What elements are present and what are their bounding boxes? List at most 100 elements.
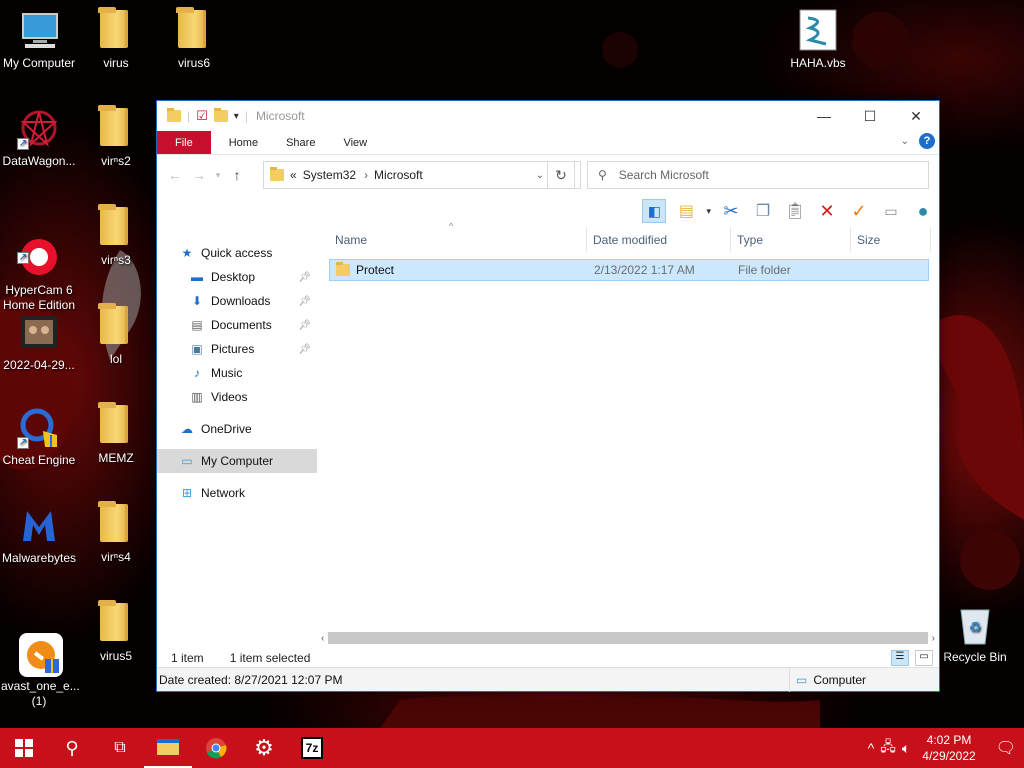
desktop-folder-virus[interactable]: virus bbox=[78, 7, 154, 71]
address-dropdown-icon[interactable]: ⌄ bbox=[536, 170, 544, 181]
table-row[interactable]: Protect 2/13/2022 1:17 AM File folder bbox=[329, 259, 929, 281]
desktop-icon-label: DataWagon... bbox=[2, 154, 76, 168]
back-arrow-icon[interactable]: ← bbox=[163, 167, 187, 183]
taskbar-file-explorer[interactable] bbox=[144, 728, 192, 768]
maximize-button[interactable]: ☐ bbox=[847, 101, 893, 131]
column-header-name[interactable]: Name ^ bbox=[329, 221, 587, 252]
cut-icon[interactable]: ✂ bbox=[719, 199, 743, 223]
horizontal-scrollbar[interactable]: ‹ › bbox=[317, 629, 939, 647]
customize-toolbar-icon[interactable]: ▾ bbox=[234, 111, 239, 122]
scroll-right-icon[interactable]: › bbox=[932, 633, 939, 644]
volume-icon[interactable]: 🔈︎ bbox=[902, 740, 910, 757]
chevron-up-icon[interactable]: ^ bbox=[868, 740, 875, 756]
cheat-engine-icon: ↗ bbox=[17, 405, 61, 449]
breadcrumb-overflow[interactable]: « bbox=[290, 168, 297, 182]
desktop-icon-my-computer[interactable]: My Computer bbox=[1, 8, 77, 71]
paste-icon[interactable]: 📋︎ bbox=[783, 199, 807, 223]
preview-pane-icon[interactable]: ◧ bbox=[642, 199, 667, 223]
column-header-type[interactable]: Type bbox=[731, 227, 851, 252]
recent-locations-icon[interactable]: ▾ bbox=[211, 170, 225, 181]
sidebar-item-videos[interactable]: ▥ Videos bbox=[157, 385, 317, 409]
pin-icon[interactable]: 📌︎ bbox=[298, 296, 311, 307]
address-bar[interactable]: « System32 › Microsoft ⌄ bbox=[263, 161, 581, 189]
desktop-folder-virus6[interactable]: virus6 bbox=[156, 7, 232, 71]
column-header-date-modified[interactable]: Date modified bbox=[587, 227, 731, 252]
sidebar-item-onedrive[interactable]: ☁ OneDrive bbox=[157, 417, 317, 441]
sidebar-item-documents[interactable]: ▤ Documents 📌︎ bbox=[157, 313, 317, 337]
properties-icon[interactable]: ▭ bbox=[879, 199, 903, 223]
properties-icon[interactable]: ☑ bbox=[196, 108, 208, 124]
copy-icon[interactable]: ❐ bbox=[751, 199, 775, 223]
tab-home[interactable]: Home bbox=[215, 131, 272, 154]
taskbar-settings[interactable]: ⚙ bbox=[240, 728, 288, 768]
large-icons-view-icon[interactable]: ▭ bbox=[915, 650, 933, 666]
views-dropdown-icon[interactable]: ▾ bbox=[706, 206, 711, 217]
pin-icon[interactable]: 📌︎ bbox=[298, 320, 311, 331]
desktop-icon-video-file[interactable]: 2022-04-29... bbox=[1, 310, 77, 373]
tab-view[interactable]: View bbox=[329, 131, 381, 154]
malwarebytes-icon bbox=[17, 503, 61, 547]
folder-icon bbox=[270, 167, 284, 181]
folder-icon bbox=[336, 262, 350, 276]
task-view-button[interactable]: ⧉ bbox=[96, 728, 144, 768]
search-input[interactable]: ⚲ Search Microsoft bbox=[587, 161, 929, 189]
column-headers: Name ^ Date modified Type Size bbox=[329, 221, 939, 253]
sidebar-item-pictures[interactable]: ▣ Pictures 📌︎ bbox=[157, 337, 317, 361]
sidebar-item-quick-access[interactable]: ★ Quick access bbox=[157, 241, 317, 265]
tab-file[interactable]: File bbox=[157, 131, 211, 154]
sidebar-item-desktop[interactable]: ▬ Desktop 📌︎ bbox=[157, 265, 317, 289]
globe-icon[interactable]: ● bbox=[911, 199, 935, 223]
desktop-folder-virus2[interactable]: virⁿs2 bbox=[78, 105, 154, 169]
tab-share[interactable]: Share bbox=[272, 131, 329, 154]
up-arrow-icon[interactable]: ↑ bbox=[225, 167, 249, 183]
desktop-icon-malwarebytes[interactable]: Malwarebytes bbox=[1, 503, 77, 566]
desktop-folder-memz[interactable]: MEMZ bbox=[78, 402, 154, 466]
expand-ribbon-icon[interactable]: ⌄ bbox=[901, 136, 909, 147]
desktop-folder-lol[interactable]: lol bbox=[78, 303, 154, 367]
rename-check-icon[interactable]: ✓ bbox=[847, 199, 871, 223]
desktop-folder-virus4[interactable]: virⁿs4 bbox=[78, 501, 154, 565]
breadcrumb-microsoft[interactable]: Microsoft bbox=[374, 168, 423, 182]
desktop-icon-cheat-engine[interactable]: ↗ Cheat Engine bbox=[1, 405, 77, 468]
desktop-file-haha-vbs[interactable]: HAHA.vbs bbox=[780, 8, 856, 71]
notification-icon[interactable]: 🗨︎ bbox=[996, 738, 1016, 758]
network-icon: ⊞ bbox=[181, 486, 193, 500]
sidebar-item-music[interactable]: ♪ Music bbox=[157, 361, 317, 385]
taskbar-chrome[interactable] bbox=[192, 728, 240, 768]
sidebar-item-label: Videos bbox=[211, 390, 248, 404]
pin-icon[interactable]: 📌︎ bbox=[298, 344, 311, 355]
start-button[interactable] bbox=[0, 728, 48, 768]
sidebar-item-network[interactable]: ⊞ Network bbox=[157, 481, 317, 505]
breadcrumb-separator-icon[interactable]: › bbox=[364, 168, 368, 182]
desktop-icon-datawagon[interactable]: ↗ DataWagon... bbox=[1, 106, 77, 169]
date-created: Date created: 8/27/2021 12:07 PM bbox=[159, 672, 343, 687]
scrollbar-thumb[interactable] bbox=[328, 632, 928, 644]
help-icon[interactable]: ? bbox=[919, 133, 935, 149]
details-view-icon[interactable]: ☰ bbox=[891, 650, 909, 666]
clock[interactable]: 4:02 PM 4/29/2022 bbox=[922, 732, 975, 764]
minimize-button[interactable]: — bbox=[801, 101, 847, 131]
chrome-icon bbox=[206, 738, 227, 759]
breadcrumb-system32[interactable]: System32 bbox=[303, 168, 356, 182]
search-icon: ⚲ bbox=[598, 168, 607, 182]
sort-up-icon: ^ bbox=[449, 221, 454, 231]
scroll-left-icon[interactable]: ‹ bbox=[317, 633, 324, 644]
new-folder-icon[interactable] bbox=[213, 108, 228, 122]
refresh-button[interactable]: ↻ bbox=[547, 161, 575, 189]
desktop-icon-avast[interactable]: avast_one_e... (1) bbox=[1, 601, 80, 724]
desktop-recycle-bin[interactable]: ♻ Recycle Bin bbox=[937, 602, 1013, 665]
desktop-folder-virus5[interactable]: virus5 bbox=[78, 600, 154, 664]
desktop-icon-label: virⁿs2 bbox=[101, 154, 131, 168]
column-header-size[interactable]: Size bbox=[851, 227, 931, 252]
sidebar-item-downloads[interactable]: ⬇ Downloads 📌︎ bbox=[157, 289, 317, 313]
desktop-folder-virus3[interactable]: virⁿs3 bbox=[78, 204, 154, 268]
close-button[interactable]: ✕ bbox=[893, 101, 939, 131]
pin-icon[interactable]: 📌︎ bbox=[298, 272, 311, 283]
delete-icon[interactable]: ✕ bbox=[815, 199, 839, 223]
views-icon[interactable]: ▤ bbox=[674, 199, 698, 223]
forward-arrow-icon[interactable]: → bbox=[187, 167, 211, 183]
network-icon[interactable]: 🖧︎ bbox=[880, 736, 896, 760]
taskbar-7zip[interactable]: 7z bbox=[288, 728, 336, 768]
search-button[interactable]: ⚲ bbox=[48, 728, 96, 768]
sidebar-item-my-computer[interactable]: ▭ My Computer bbox=[157, 449, 317, 473]
